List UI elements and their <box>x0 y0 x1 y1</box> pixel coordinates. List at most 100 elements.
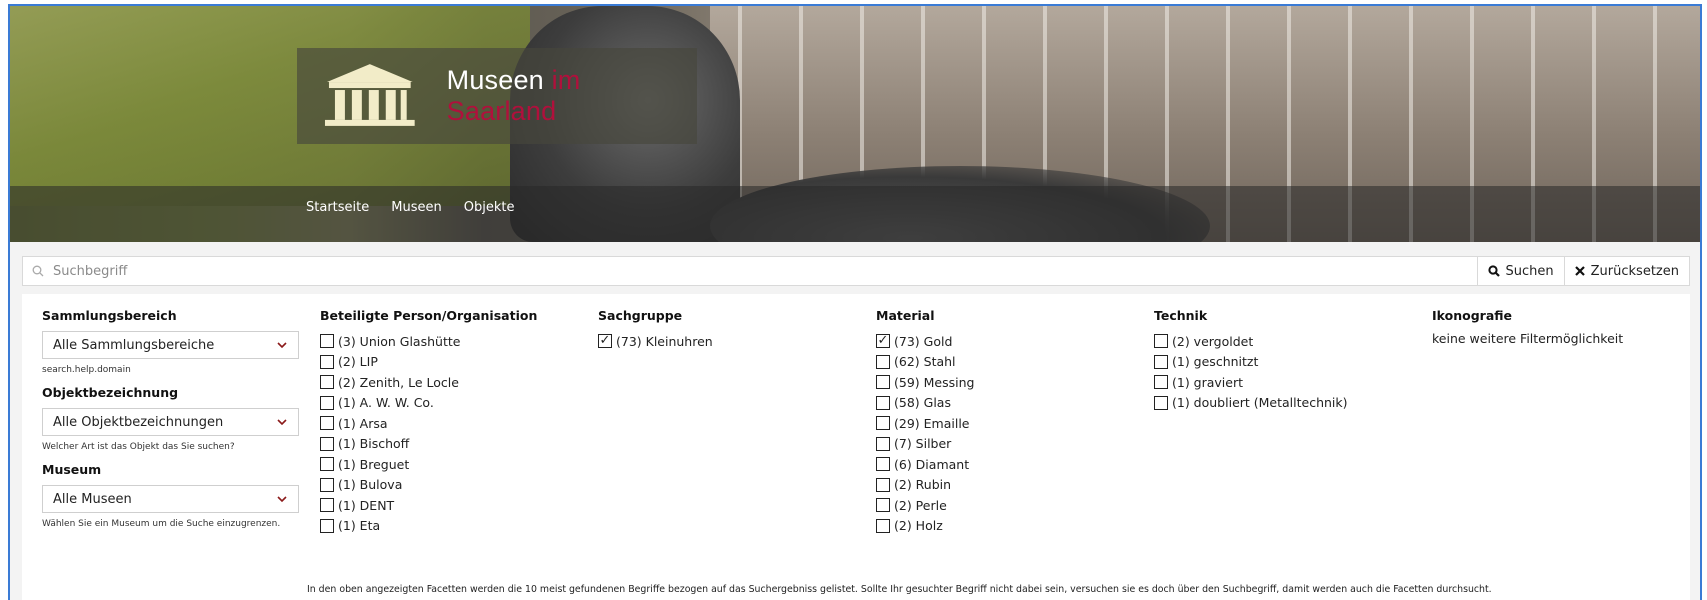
checkbox[interactable] <box>320 375 334 390</box>
checkbox[interactable] <box>320 457 334 472</box>
checkbox[interactable] <box>320 436 334 451</box>
facet-option[interactable]: (1) doubliert (Metalltechnik) <box>1154 393 1348 414</box>
facet-option-label: (73) Gold <box>894 333 953 349</box>
site-logo[interactable]: Museen im Saarland <box>297 48 697 144</box>
select-sammlungsbereich[interactable]: Alle Sammlungsbereiche <box>42 331 299 359</box>
facet-option-label: (2) Perle <box>894 497 947 513</box>
close-icon <box>1574 266 1585 276</box>
facet-option[interactable]: (1) Arsa <box>320 413 537 434</box>
facet-option-label: (2) Rubin <box>894 477 952 493</box>
filter-title-objektbezeichnung: Objektbezeichnung <box>42 385 179 400</box>
facet-option[interactable]: (2) Holz <box>876 516 974 537</box>
checkbox[interactable] <box>876 395 890 410</box>
search-button-label: Suchen <box>1505 263 1554 279</box>
checkbox[interactable] <box>320 416 334 431</box>
facet-option-label: (29) Emaille <box>894 415 970 431</box>
facet-option-label: (58) Glas <box>894 395 951 411</box>
checkbox[interactable]: ✓ <box>598 334 612 349</box>
facet-option[interactable]: (7) Silber <box>876 434 974 455</box>
search-input[interactable] <box>53 257 1477 285</box>
filter-panel: Sammlungsbereich Alle Sammlungsbereiche … <box>22 294 1690 600</box>
dropdown-filters: Sammlungsbereich Alle Sammlungsbereiche … <box>42 308 299 539</box>
filter-title-museum: Museum <box>42 462 102 477</box>
reset-button[interactable]: Zurücksetzen <box>1563 257 1689 285</box>
checkbox[interactable] <box>876 375 890 390</box>
search-icon <box>23 257 53 285</box>
facet-option-label: (62) Stahl <box>894 354 956 370</box>
checkbox[interactable] <box>320 395 334 410</box>
checkbox[interactable] <box>876 457 890 472</box>
facet-option[interactable]: (1) Eta <box>320 516 537 537</box>
facet-option[interactable]: (2) Rubin <box>876 475 974 496</box>
checkbox[interactable] <box>876 436 890 451</box>
checkbox[interactable] <box>320 477 334 492</box>
facet-option[interactable]: (1) geschnitzt <box>1154 352 1348 373</box>
facet-option[interactable]: (3) Union Glashütte <box>320 331 537 352</box>
facet-personen: Beteiligte Person/Organisation (3) Union… <box>320 308 537 536</box>
facet-option[interactable]: (1) Bulova <box>320 475 537 496</box>
facet-option[interactable]: (1) graviert <box>1154 372 1348 393</box>
facet-option[interactable]: (6) Diamant <box>876 454 974 475</box>
facet-option-label: (1) DENT <box>338 497 395 513</box>
facet-title-material: Material <box>876 308 935 323</box>
nav-item-startseite[interactable]: Startseite <box>306 200 369 215</box>
facet-option[interactable]: (59) Messing <box>876 372 974 393</box>
checkbox[interactable] <box>876 518 890 533</box>
facet-ikonografie: Ikonografie keine weitere Filtermöglichk… <box>1432 308 1623 346</box>
facet-option[interactable]: (2) vergoldet <box>1154 331 1348 352</box>
facet-option-label: (1) A. W. W. Co. <box>338 395 434 411</box>
facet-option[interactable]: (2) Zenith, Le Locle <box>320 372 537 393</box>
facet-option[interactable]: (62) Stahl <box>876 352 974 373</box>
site-title-main: Museen <box>446 65 544 95</box>
checkbox[interactable] <box>1154 395 1168 410</box>
site-title: Museen im Saarland <box>447 65 697 127</box>
facet-option[interactable]: (58) Glas <box>876 393 974 414</box>
facet-option[interactable]: ✓ (73) Gold <box>876 331 974 352</box>
checkbox[interactable] <box>1154 375 1168 390</box>
facet-title-sachgruppe: Sachgruppe <box>598 308 683 323</box>
facet-option[interactable]: ✓ (73) Kleinuhren <box>598 331 713 352</box>
facet-option-label: (1) Bulova <box>338 477 403 493</box>
select-museum[interactable]: Alle Museen <box>42 485 299 513</box>
filter-title-sammlungsbereich: Sammlungsbereich <box>42 308 177 323</box>
chevron-down-icon <box>277 419 287 426</box>
facet-option-label: (1) doubliert (Metalltechnik) <box>1172 395 1348 411</box>
checkbox[interactable]: ✓ <box>876 334 890 349</box>
checkbox[interactable] <box>320 518 334 533</box>
facet-option[interactable]: (2) LIP <box>320 352 537 373</box>
museum-building-icon <box>324 64 415 126</box>
facet-option[interactable]: (1) A. W. W. Co. <box>320 393 537 414</box>
checkbox[interactable] <box>876 477 890 492</box>
checkbox[interactable] <box>320 354 334 369</box>
select-value: Alle Objektbezeichnungen <box>53 414 224 430</box>
facet-option[interactable]: (1) Bischoff <box>320 434 537 455</box>
facet-empty-text: keine weitere Filtermöglichkeit <box>1432 331 1624 346</box>
checkbox[interactable] <box>876 354 890 369</box>
facet-option-label: (2) Holz <box>894 518 943 534</box>
facet-material: Material ✓ (73) Gold (62) Stahl (59) Messin… <box>876 308 974 536</box>
facet-option[interactable]: (2) Perle <box>876 495 974 516</box>
help-text-sammlungsbereich: search.help.domain <box>42 365 131 375</box>
nav-item-objekte[interactable]: Objekte <box>464 200 515 215</box>
checkbox[interactable] <box>876 498 890 513</box>
facet-option-label: (1) Eta <box>338 518 381 534</box>
facet-option-label: (73) Kleinuhren <box>616 333 713 349</box>
select-objektbezeichnung[interactable]: Alle Objektbezeichnungen <box>42 408 299 436</box>
checkbox[interactable] <box>320 498 334 513</box>
facet-option-label: (59) Messing <box>894 374 975 390</box>
checkbox[interactable] <box>1154 354 1168 369</box>
facet-footer-note: In den oben angezeigten Facetten werden … <box>307 584 1492 595</box>
checkbox[interactable] <box>876 416 890 431</box>
nav-item-museen[interactable]: Museen <box>391 200 441 215</box>
checkbox[interactable] <box>320 334 334 349</box>
page-frame: Museen im Saarland Startseite Museen Obj… <box>8 4 1702 600</box>
facet-option-label: (1) Arsa <box>338 415 388 431</box>
facet-option-label: (2) LIP <box>338 354 378 370</box>
help-text-museum: Wählen Sie ein Museum um die Suche einzu… <box>42 519 281 529</box>
facet-option[interactable]: (1) DENT <box>320 495 537 516</box>
facet-option[interactable]: (1) Breguet <box>320 454 537 475</box>
checkbox[interactable] <box>1154 334 1168 349</box>
facet-option-label: (2) vergoldet <box>1172 333 1254 349</box>
search-button[interactable]: Suchen <box>1476 257 1564 285</box>
facet-option[interactable]: (29) Emaille <box>876 413 974 434</box>
